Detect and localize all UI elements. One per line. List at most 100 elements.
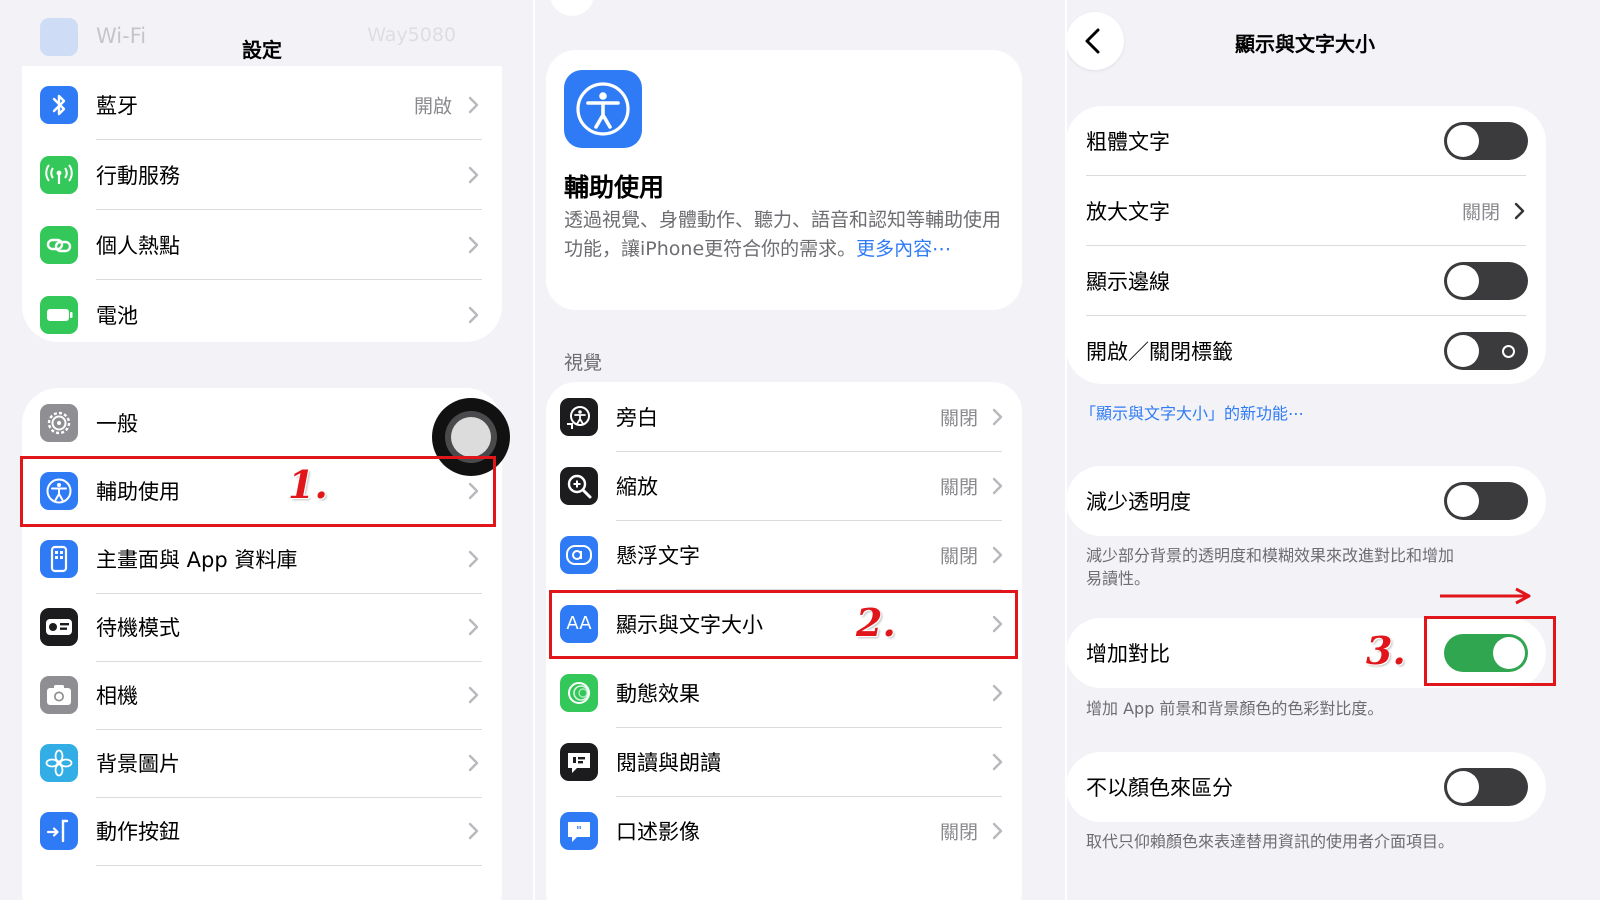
display-row-reduce-transparency[interactable]: 減少透明度 (1066, 466, 1546, 536)
chevron-right-icon (468, 686, 479, 704)
chevron-right-icon (468, 550, 479, 568)
chevron-right-icon (992, 408, 1003, 426)
vision-row-motion[interactable]: 動態效果 (546, 658, 1022, 728)
settings-row-label: 一般 (96, 412, 138, 436)
display-row-differentiate-without-color[interactable]: 不以顏色來區分 (1066, 752, 1546, 822)
chevron-right-icon (1514, 202, 1525, 220)
svg-text:": " (576, 824, 582, 837)
settings-row-value: 開啟 (413, 95, 452, 118)
vision-row-label: 閱讀與朗讀 (616, 751, 721, 775)
gear-icon (40, 404, 78, 442)
step-number-3: 3. (1366, 628, 1406, 673)
settings-row-battery[interactable]: 電池 (22, 280, 502, 342)
vision-row-label: 縮放 (616, 475, 658, 499)
display-settings-group: 粗體文字 放大文字 關閉 顯示邊線 開啟／關閉標籤 (1066, 106, 1546, 384)
vision-row-zoom[interactable]: 縮放 關閉 (546, 451, 1022, 521)
display-row-label: 減少透明度 (1086, 490, 1191, 514)
camera-icon (40, 676, 78, 714)
accessibility-description: 透過視覺、身體動作、聽力、語音和認知等輔助使用功能，讓iPhone更符合你的需求… (564, 206, 1004, 264)
highlight-box-display-text-size (549, 590, 1018, 659)
differentiate-without-color-card: 不以顏色來區分 (1066, 752, 1546, 822)
chevron-right-icon (468, 166, 479, 184)
hotspot-icon (40, 226, 78, 264)
settings-row-label: 行動服務 (96, 164, 180, 188)
differentiate-without-color-caption: 取代只仰賴顏色來表達替用資訊的使用者介面項目。 (1086, 832, 1455, 851)
settings-row-bluetooth[interactable]: 藍牙 開啟 (22, 70, 502, 140)
reduce-transparency-toggle[interactable] (1444, 482, 1528, 520)
settings-row-camera[interactable]: 相機 (22, 660, 502, 730)
on-off-labels-toggle[interactable] (1444, 332, 1528, 370)
cellular-icon (40, 156, 78, 194)
settings-row-wallpaper[interactable]: 背景圖片 (22, 728, 502, 798)
button-shapes-toggle[interactable] (1444, 262, 1528, 300)
highlight-box-accessibility (20, 456, 496, 527)
display-row-label: 增加對比 (1086, 642, 1170, 666)
chevron-right-icon (992, 546, 1003, 564)
home-screen-icon (40, 540, 78, 578)
page-title: 顯示與文字大小 (1235, 32, 1375, 56)
audio-description-icon: " (560, 812, 598, 850)
toggle-knob (1447, 125, 1479, 157)
toggle-knob (1447, 265, 1479, 297)
motion-icon (560, 674, 598, 712)
chevron-right-icon (468, 236, 479, 254)
vision-row-spoken-content[interactable]: 閱讀與朗讀 (546, 727, 1022, 797)
display-text-size-screen: 顯示與文字大小 粗體文字 放大文字 關閉 顯示邊線 開啟／關閉標籤 「顯示與文字… (1066, 0, 1600, 900)
settings-row-label: 藍牙 (96, 94, 138, 118)
settings-row-action-button[interactable]: 動作按鈕 (22, 796, 502, 866)
settings-row-label: 個人熱點 (96, 234, 180, 258)
spoken-content-icon (560, 743, 598, 781)
chevron-right-icon (992, 753, 1003, 771)
vision-row-voiceover[interactable]: 旁白 關閉 (546, 382, 1022, 452)
highlight-box-increase-contrast-toggle (1424, 616, 1556, 686)
accessibility-header-card: 輔助使用 透過視覺、身體動作、聽力、語音和認知等輔助使用功能，讓iPhone更符… (546, 50, 1022, 310)
chevron-right-icon (992, 822, 1003, 840)
settings-row-general[interactable]: 一般 (22, 388, 502, 458)
new-features-link[interactable]: 「顯示與文字大小」的新功能⋯ (1080, 400, 1304, 424)
vision-row-label: 動態效果 (616, 682, 700, 706)
action-button-icon (40, 812, 78, 850)
reduce-transparency-card: 減少透明度 (1066, 466, 1546, 536)
increase-contrast-caption: 增加 App 前景和背景顏色的色彩對比度。 (1086, 699, 1384, 718)
battery-icon (40, 296, 78, 334)
settings-row-label: 電池 (96, 304, 138, 328)
display-row-label: 顯示邊線 (1086, 270, 1170, 294)
vision-row-value: 關閉 (939, 407, 978, 430)
accessibility-large-icon (564, 70, 642, 148)
display-row-button-shapes[interactable]: 顯示邊線 (1066, 246, 1546, 316)
bold-text-toggle[interactable] (1444, 122, 1528, 160)
page-title: 設定 (242, 38, 282, 62)
settings-row-label: 待機模式 (96, 616, 180, 640)
display-row-bold-text[interactable]: 粗體文字 (1066, 106, 1546, 176)
settings-row-label: 相機 (96, 684, 138, 708)
assistive-touch-dot (451, 417, 491, 457)
vision-row-value: 關閉 (939, 476, 978, 499)
settings-row-home-screen[interactable]: 主畫面與 App 資料庫 (22, 524, 502, 594)
settings-row-cellular[interactable]: 行動服務 (22, 140, 502, 210)
differentiate-without-color-toggle[interactable] (1444, 768, 1528, 806)
chevron-right-icon (468, 754, 479, 772)
toggle-knob (1447, 771, 1479, 803)
display-row-on-off-labels[interactable]: 開啟／關閉標籤 (1066, 316, 1546, 384)
display-row-label: 開啟／關閉標籤 (1086, 340, 1233, 364)
settings-screen: Wi-Fi Way5080 設定 藍牙 開啟 行動服務 個人熱點 電池 一般 輔… (0, 0, 534, 900)
display-row-label: 粗體文字 (1086, 130, 1170, 154)
vision-row-audio-descriptions[interactable]: " 口述影像 關閉 (546, 796, 1022, 866)
panel-divider (533, 0, 535, 900)
vision-row-value: 關閉 (939, 821, 978, 844)
step-number-2: 2. (856, 600, 896, 645)
vision-row-label: 懸浮文字 (616, 544, 700, 568)
settings-row-standby[interactable]: 待機模式 (22, 592, 502, 662)
vision-row-hover-text[interactable]: 懸浮文字 關閉 (546, 520, 1022, 590)
hover-text-icon (560, 536, 598, 574)
section-header-vision: 視覺 (564, 352, 603, 374)
back-button-partial[interactable] (550, 0, 594, 16)
voiceover-icon (560, 398, 598, 436)
chevron-right-icon (468, 306, 479, 324)
accessibility-title: 輔助使用 (564, 173, 665, 202)
vision-row-label: 旁白 (616, 406, 658, 430)
more-link[interactable]: 更多內容⋯ (856, 238, 951, 260)
display-row-larger-text[interactable]: 放大文字 關閉 (1066, 176, 1546, 246)
display-row-label: 放大文字 (1086, 200, 1170, 224)
settings-row-hotspot[interactable]: 個人熱點 (22, 210, 502, 280)
